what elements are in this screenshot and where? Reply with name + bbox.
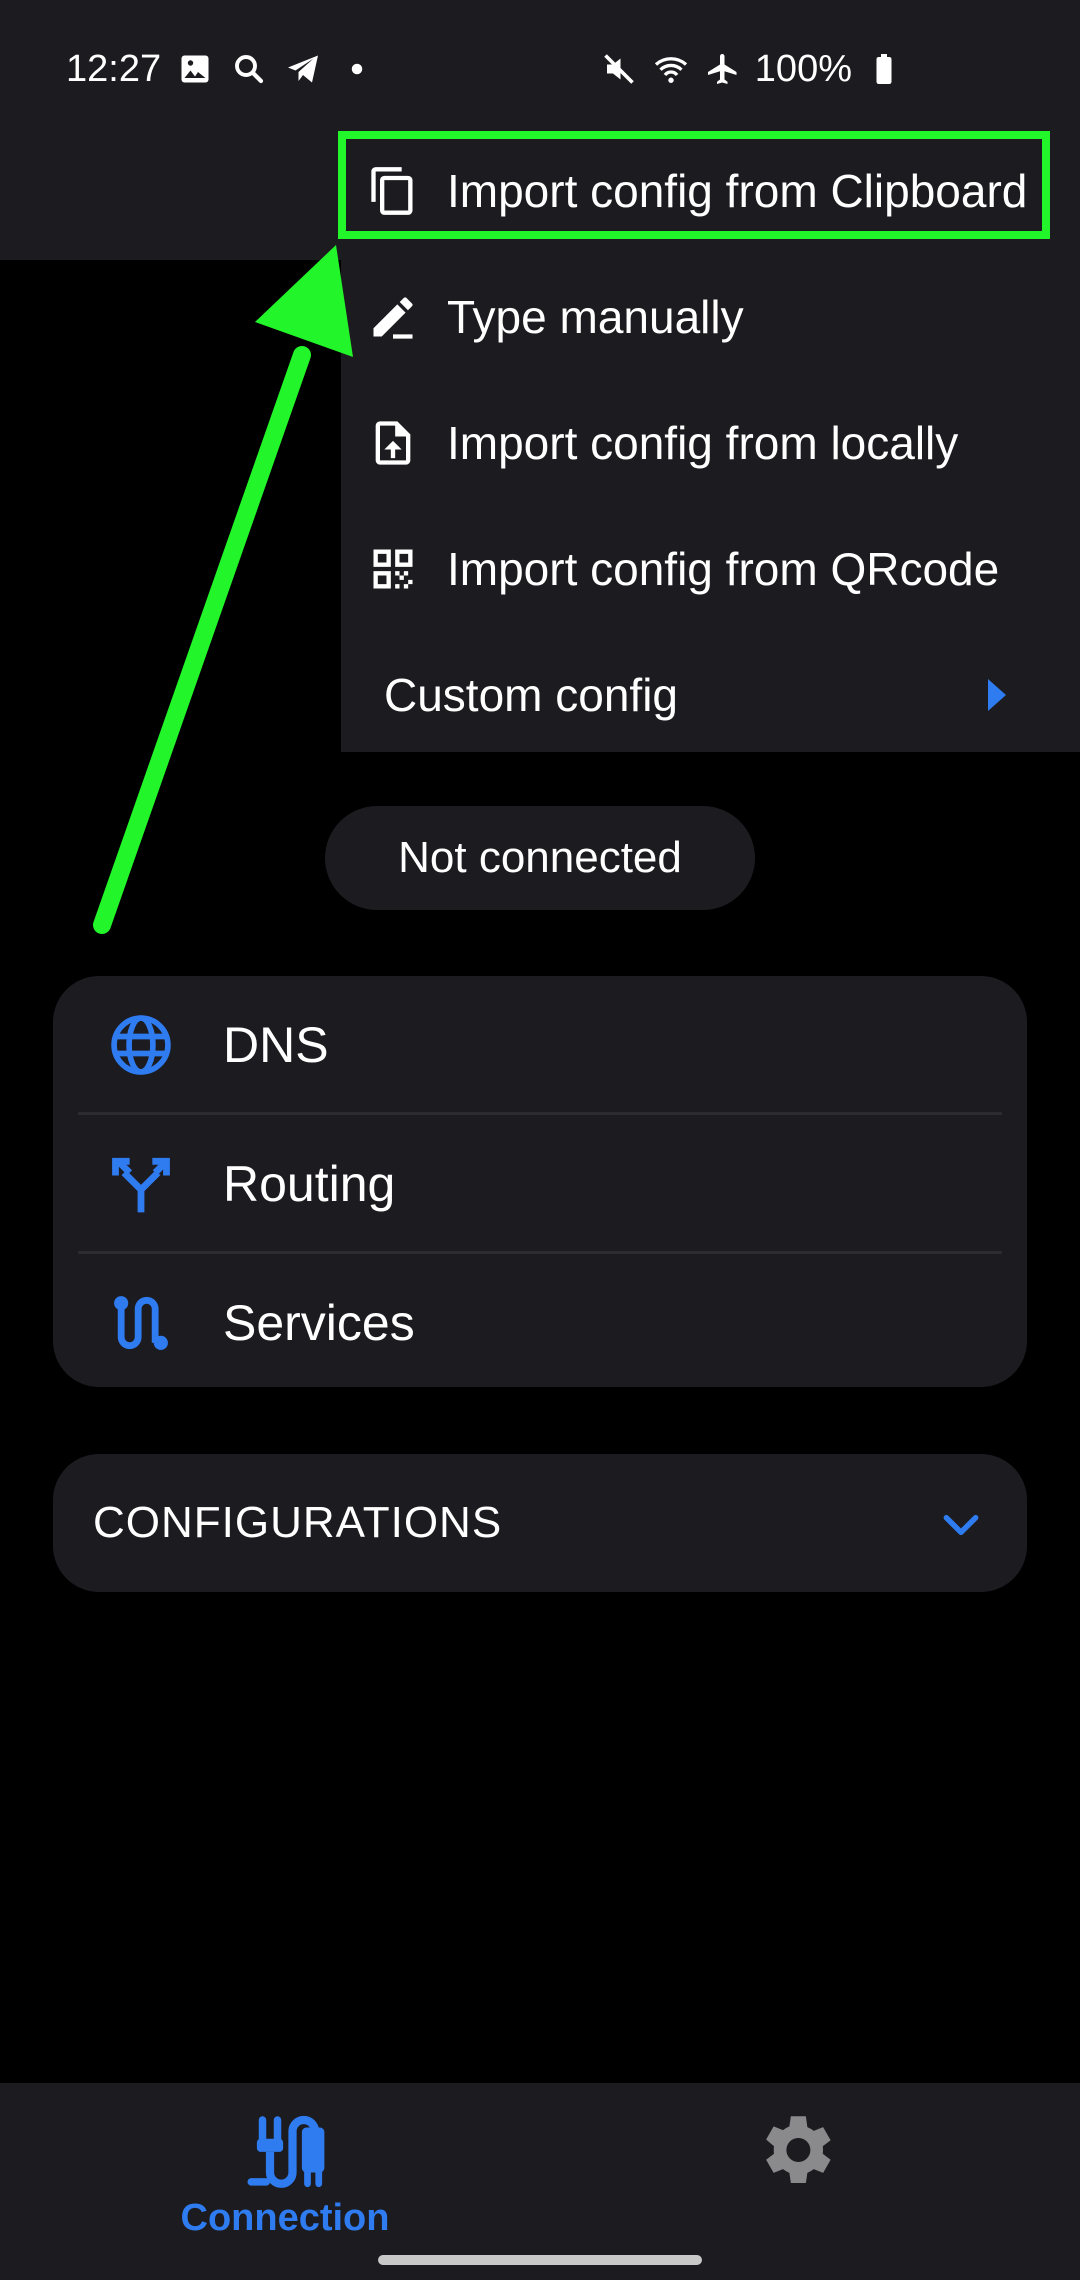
nav-label: Connection	[180, 2197, 390, 2239]
telegram-icon	[283, 49, 323, 89]
connection-icon	[247, 2115, 325, 2188]
battery-icon	[864, 49, 904, 89]
option-label: DNS	[223, 1017, 329, 1073]
copy-icon	[365, 163, 421, 219]
globe-icon	[103, 1007, 179, 1083]
status-time: 12:27	[66, 47, 162, 90]
option-services[interactable]: Services	[53, 1254, 1027, 1392]
menu-item-label: Type manually	[447, 291, 744, 343]
search-icon	[229, 49, 269, 89]
nav-connection[interactable]: Connection	[15, 2083, 555, 2280]
menu-item-custom-config[interactable]: Custom config	[341, 632, 1080, 758]
option-dns[interactable]: DNS	[53, 976, 1027, 1114]
menu-item-import-clipboard[interactable]: Import config from Clipboard	[341, 128, 1080, 254]
dot-icon	[337, 49, 377, 89]
battery-percent: 100%	[754, 47, 852, 90]
edit-icon	[365, 289, 421, 345]
menu-item-label: Custom config	[384, 669, 679, 721]
mute-icon	[599, 49, 639, 89]
connection-status: Not connected	[325, 806, 755, 910]
bottom-nav: Connection	[0, 2083, 1080, 2280]
nav-settings[interactable]	[525, 2083, 1065, 2280]
status-left: 12:27	[66, 42, 377, 96]
option-label: Routing	[223, 1156, 396, 1212]
airplane-icon	[703, 49, 743, 89]
menu-item-import-locally[interactable]: Import config from locally	[341, 380, 1080, 506]
image-icon	[175, 49, 215, 89]
configurations-label: CONFIGURATIONS	[93, 1498, 503, 1547]
qrcode-icon	[365, 541, 421, 597]
file-upload-icon	[365, 415, 421, 471]
configurations-card[interactable]: CONFIGURATIONS	[53, 1454, 1027, 1592]
options-card: DNS Routing Services	[53, 976, 1027, 1387]
menu-item-label: Import config from Clipboard	[447, 165, 1028, 217]
status-right: 100%	[599, 42, 904, 96]
services-icon	[103, 1285, 179, 1361]
routing-icon	[103, 1146, 179, 1222]
menu-item-import-qrcode[interactable]: Import config from QRcode	[341, 506, 1080, 632]
gear-icon	[766, 2116, 831, 2183]
menu-item-label: Import config from QRcode	[447, 543, 1000, 595]
menu-item-label: Import config from locally	[447, 417, 959, 469]
home-indicator[interactable]	[378, 2255, 702, 2265]
chevron-right-icon	[988, 679, 1006, 711]
wifi-icon	[651, 49, 691, 89]
option-routing[interactable]: Routing	[53, 1115, 1027, 1253]
add-config-menu: Import config from Clipboard Type manual…	[341, 128, 1080, 752]
chevron-down-icon[interactable]	[939, 1503, 983, 1547]
option-label: Services	[223, 1295, 415, 1351]
menu-item-type-manually[interactable]: Type manually	[341, 254, 1080, 380]
